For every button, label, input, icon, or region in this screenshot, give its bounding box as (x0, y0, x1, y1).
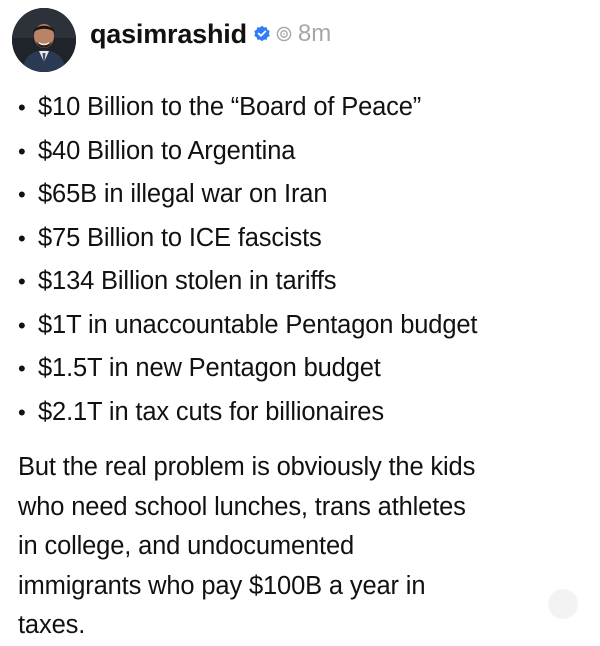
post-meta: qasimrashid 8m (90, 19, 331, 50)
bullet-marker: • (18, 269, 26, 294)
post-timestamp[interactable]: 8m (298, 20, 331, 48)
list-item: • $1T in unaccountable Pentagon budget (18, 304, 477, 348)
list-item: • $1.5T in new Pentagon budget (18, 347, 477, 391)
list-item-text: $1.5T in new Pentagon budget (38, 354, 381, 382)
post-paragraph: But the real problem is obviously the ki… (18, 448, 596, 646)
paragraph-line: immigrants who pay $100B a year in (18, 571, 426, 600)
list-item-text: $65B in illegal war on Iran (38, 180, 328, 208)
verified-badge-icon (253, 25, 271, 43)
paragraph-line: But the real problem is obviously the ki… (18, 453, 476, 481)
watermark-icon (548, 589, 578, 619)
list-item: • $134 Billion stolen in tariffs (18, 260, 477, 304)
bullet-marker: • (18, 312, 26, 338)
list-item: • $10 Billion to the “Board of Peace” (18, 86, 477, 130)
list-item-text: $40 Billion to Argentina (38, 136, 296, 165)
post: qasimrashid 8m • $10 Billion to the “Boar… (0, 0, 600, 641)
list-item-text: $134 Billion stolen in tariffs (38, 267, 337, 295)
list-item-text: $2.1T in tax cuts for billionaires (38, 397, 384, 426)
clock-icon (276, 26, 292, 42)
list-item-text: $75 Billion to ICE fascists (38, 223, 322, 252)
paragraph-line: in college, and undocumented (18, 532, 355, 560)
list-item: • $65B in illegal war on Iran (18, 173, 477, 217)
list-item: • $75 Billion to ICE fascists (18, 217, 477, 261)
bullet-list: • $10 Billion to the “Board of Peace” • $4… (18, 86, 477, 434)
bullet-marker: • (18, 356, 26, 381)
post-header: qasimrashid 8m (12, 7, 331, 73)
list-item: • $2.1T in tax cuts for billionaires (18, 391, 477, 435)
paragraph-line: taxes. (18, 611, 86, 639)
paragraph-line: who need school lunches, trans athletes (18, 492, 466, 521)
bullet-marker: • (18, 182, 26, 207)
list-item-text: $1T in unaccountable Pentagon budget (38, 310, 478, 339)
bullet-marker: • (18, 95, 26, 120)
username[interactable]: qasimrashid (90, 19, 247, 50)
bullet-marker: • (18, 138, 26, 164)
bullet-marker: • (18, 399, 26, 425)
avatar-photo-icon (12, 8, 76, 72)
list-item: • $40 Billion to Argentina (18, 130, 477, 174)
bullet-marker: • (18, 225, 26, 251)
list-item-text: $10 Billion to the “Board of Peace” (38, 93, 422, 121)
avatar[interactable] (12, 8, 76, 72)
